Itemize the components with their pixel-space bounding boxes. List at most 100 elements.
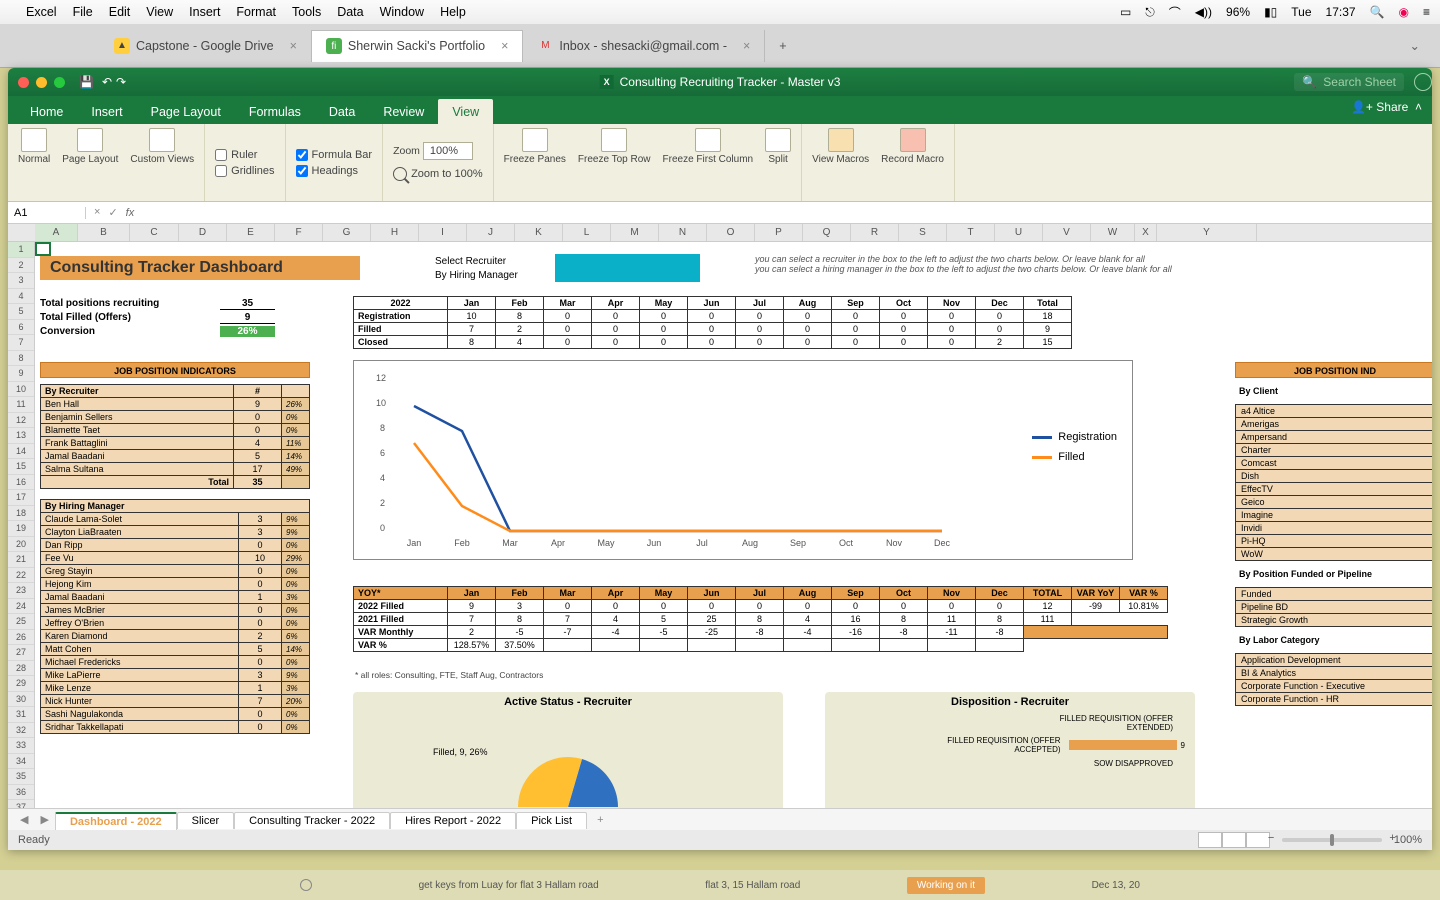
selected-cell[interactable] — [35, 242, 51, 256]
selector-block: Select Recruiter By Hiring Manager — [435, 254, 700, 282]
yoy-note: * all roles: Consulting, FTE, Staff Aug,… — [355, 670, 543, 680]
gridlines-checkbox[interactable]: Gridlines — [215, 165, 274, 177]
freeze-top-row-button[interactable]: Freeze Top Row — [578, 128, 651, 165]
sheet-tab[interactable]: Dashboard - 2022 — [55, 812, 177, 830]
undo-icon[interactable]: ↶ — [102, 75, 112, 89]
svg-text:0: 0 — [380, 523, 385, 533]
ruler-checkbox[interactable]: Ruler — [215, 149, 274, 161]
sheet-content[interactable]: Consulting Tracker Dashboard Select Recr… — [35, 242, 1432, 808]
zoom-slider[interactable] — [1282, 838, 1382, 842]
sheet-tab[interactable]: Pick List — [516, 812, 587, 829]
macos-menubar: Excel File Edit View Insert Format Tools… — [0, 0, 1440, 24]
screen-mirror-icon[interactable]: ▭ — [1120, 5, 1131, 19]
menu-window[interactable]: Window — [380, 5, 424, 19]
ribbon: Normal Page Layout Custom Views Ruler Gr… — [8, 124, 1432, 202]
column-headers[interactable]: ABCDEFGHIJKLMNOPQRSTUVWXY — [8, 224, 1432, 242]
menu-insert[interactable]: Insert — [189, 5, 220, 19]
sheet-tab[interactable]: Consulting Tracker - 2022 — [234, 812, 390, 829]
feedback-icon[interactable] — [1414, 73, 1432, 91]
by-client-label: By Client — [1235, 384, 1432, 398]
minimize-window-button[interactable] — [36, 77, 47, 88]
sheet-tab[interactable]: Hires Report - 2022 — [390, 812, 516, 829]
close-tab-icon[interactable]: × — [743, 39, 750, 53]
bluetooth-icon[interactable]: ⎋ — [1145, 5, 1155, 20]
accept-formula-icon[interactable]: ✓ — [108, 206, 117, 219]
recruiter-selector[interactable] — [555, 254, 700, 268]
siri-icon[interactable]: ◉ — [1399, 5, 1409, 19]
app-name[interactable]: Excel — [26, 5, 57, 19]
close-tab-icon[interactable]: × — [290, 39, 297, 53]
sheet-nav-prev[interactable]: ◀ — [14, 813, 34, 826]
control-center-icon[interactable]: ≡ — [1423, 5, 1430, 19]
hint-text: you can select a recruiter in the box to… — [755, 254, 1172, 264]
normal-view-button[interactable]: Normal — [18, 128, 50, 165]
zoom-to-100-button[interactable]: Zoom to 100% — [393, 167, 483, 181]
menu-file[interactable]: File — [73, 5, 93, 19]
close-tab-icon[interactable]: × — [501, 39, 508, 53]
row-headers[interactable]: 1234567891011121314151617181920212223242… — [8, 242, 35, 808]
tab-view[interactable]: View — [438, 99, 493, 124]
hiring-mgr-selector[interactable] — [555, 268, 700, 282]
volume-icon[interactable]: ◀)) — [1195, 5, 1212, 19]
add-sheet-button[interactable]: + — [587, 814, 613, 826]
tab-page-layout[interactable]: Page Layout — [137, 99, 235, 124]
redo-icon[interactable]: ↷ — [116, 75, 126, 89]
menu-view[interactable]: View — [146, 5, 173, 19]
document-title: Consulting Recruiting Tracker - Master v… — [620, 75, 841, 89]
svg-text:Jun: Jun — [647, 538, 662, 548]
custom-views-button[interactable]: Custom Views — [130, 128, 194, 165]
view-mode-buttons[interactable] — [1198, 832, 1270, 848]
headings-checkbox[interactable]: Headings — [296, 165, 373, 177]
sheet-tab[interactable]: Slicer — [177, 812, 235, 829]
fx-label: fx — [126, 207, 135, 219]
record-macro-button[interactable]: Record Macro — [881, 128, 944, 165]
save-icon[interactable]: 💾 — [79, 75, 94, 89]
battery-icon[interactable]: ▮▯ — [1264, 5, 1277, 19]
freeze-first-col-button[interactable]: Freeze First Column — [663, 128, 754, 165]
name-box[interactable]: A1 — [8, 207, 86, 219]
page-layout-view-button[interactable]: Page Layout — [62, 128, 118, 165]
circle-icon[interactable] — [300, 879, 312, 891]
search-sheet-input[interactable]: 🔍 Search Sheet — [1294, 73, 1404, 91]
ribbon-tabs: Home Insert Page Layout Formulas Data Re… — [8, 96, 1432, 124]
menu-help[interactable]: Help — [440, 5, 466, 19]
hint-text: you can select a hiring manager in the b… — [755, 264, 1172, 274]
line-chart[interactable]: 12108 6420 JanFebMarApr MayJunJulAug Sep… — [353, 360, 1133, 560]
spotlight-icon[interactable]: 🔍 — [1370, 5, 1385, 19]
tabs-dropdown[interactable]: ⌄ — [1410, 38, 1440, 53]
view-macros-button[interactable]: View Macros — [812, 128, 869, 165]
split-button[interactable]: Split — [765, 128, 791, 165]
close-window-button[interactable] — [18, 77, 29, 88]
cancel-formula-icon[interactable]: × — [94, 206, 100, 219]
sheet-nav-next[interactable]: ▶ — [34, 813, 54, 826]
browser-tab[interactable]: ▲ Capstone - Google Drive × — [100, 30, 312, 62]
zoom-value: 100% — [1394, 834, 1422, 846]
client-table: a4 AlticeAmerigasAmpersandCharterComcast… — [1235, 404, 1432, 561]
task-date: Dec 13, 20 — [1092, 880, 1140, 891]
menu-data[interactable]: Data — [337, 5, 363, 19]
menu-tools[interactable]: Tools — [292, 5, 321, 19]
tab-data[interactable]: Data — [315, 99, 369, 124]
tab-review[interactable]: Review — [369, 99, 438, 124]
zoom-select[interactable]: 100% — [423, 142, 473, 160]
browser-tab[interactable]: M Inbox - shesacki@gmail.com - × — [523, 30, 765, 62]
status-badge[interactable]: Working on it — [907, 877, 985, 894]
share-button[interactable]: 👤+ Share ˄ — [1351, 100, 1422, 114]
tab-home[interactable]: Home — [16, 99, 77, 124]
browser-tab[interactable]: fi Sherwin Sacki's Portfolio × — [312, 30, 523, 62]
wifi-icon[interactable]: ⌒ — [1169, 4, 1181, 21]
time: 17:37 — [1326, 5, 1356, 19]
freeze-panes-button[interactable]: Freeze Panes — [504, 128, 566, 165]
pie-chart[interactable]: Active Status - Recruiter Filled, 9, 26% — [353, 692, 783, 808]
new-tab-button[interactable]: + — [765, 39, 800, 53]
tab-formulas[interactable]: Formulas — [235, 99, 315, 124]
tab-insert[interactable]: Insert — [77, 99, 136, 124]
bar-chart-disposition[interactable]: Disposition - Recruiter FILLED REQUISITI… — [825, 692, 1195, 808]
search-placeholder: Search Sheet — [1323, 75, 1396, 89]
menu-edit[interactable]: Edit — [109, 5, 131, 19]
battery-pct: 96% — [1226, 5, 1250, 19]
menu-format[interactable]: Format — [236, 5, 276, 19]
formula-bar-checkbox[interactable]: Formula Bar — [296, 149, 373, 161]
maximize-window-button[interactable] — [54, 77, 65, 88]
chart-legend: Registration Filled — [1032, 431, 1117, 471]
